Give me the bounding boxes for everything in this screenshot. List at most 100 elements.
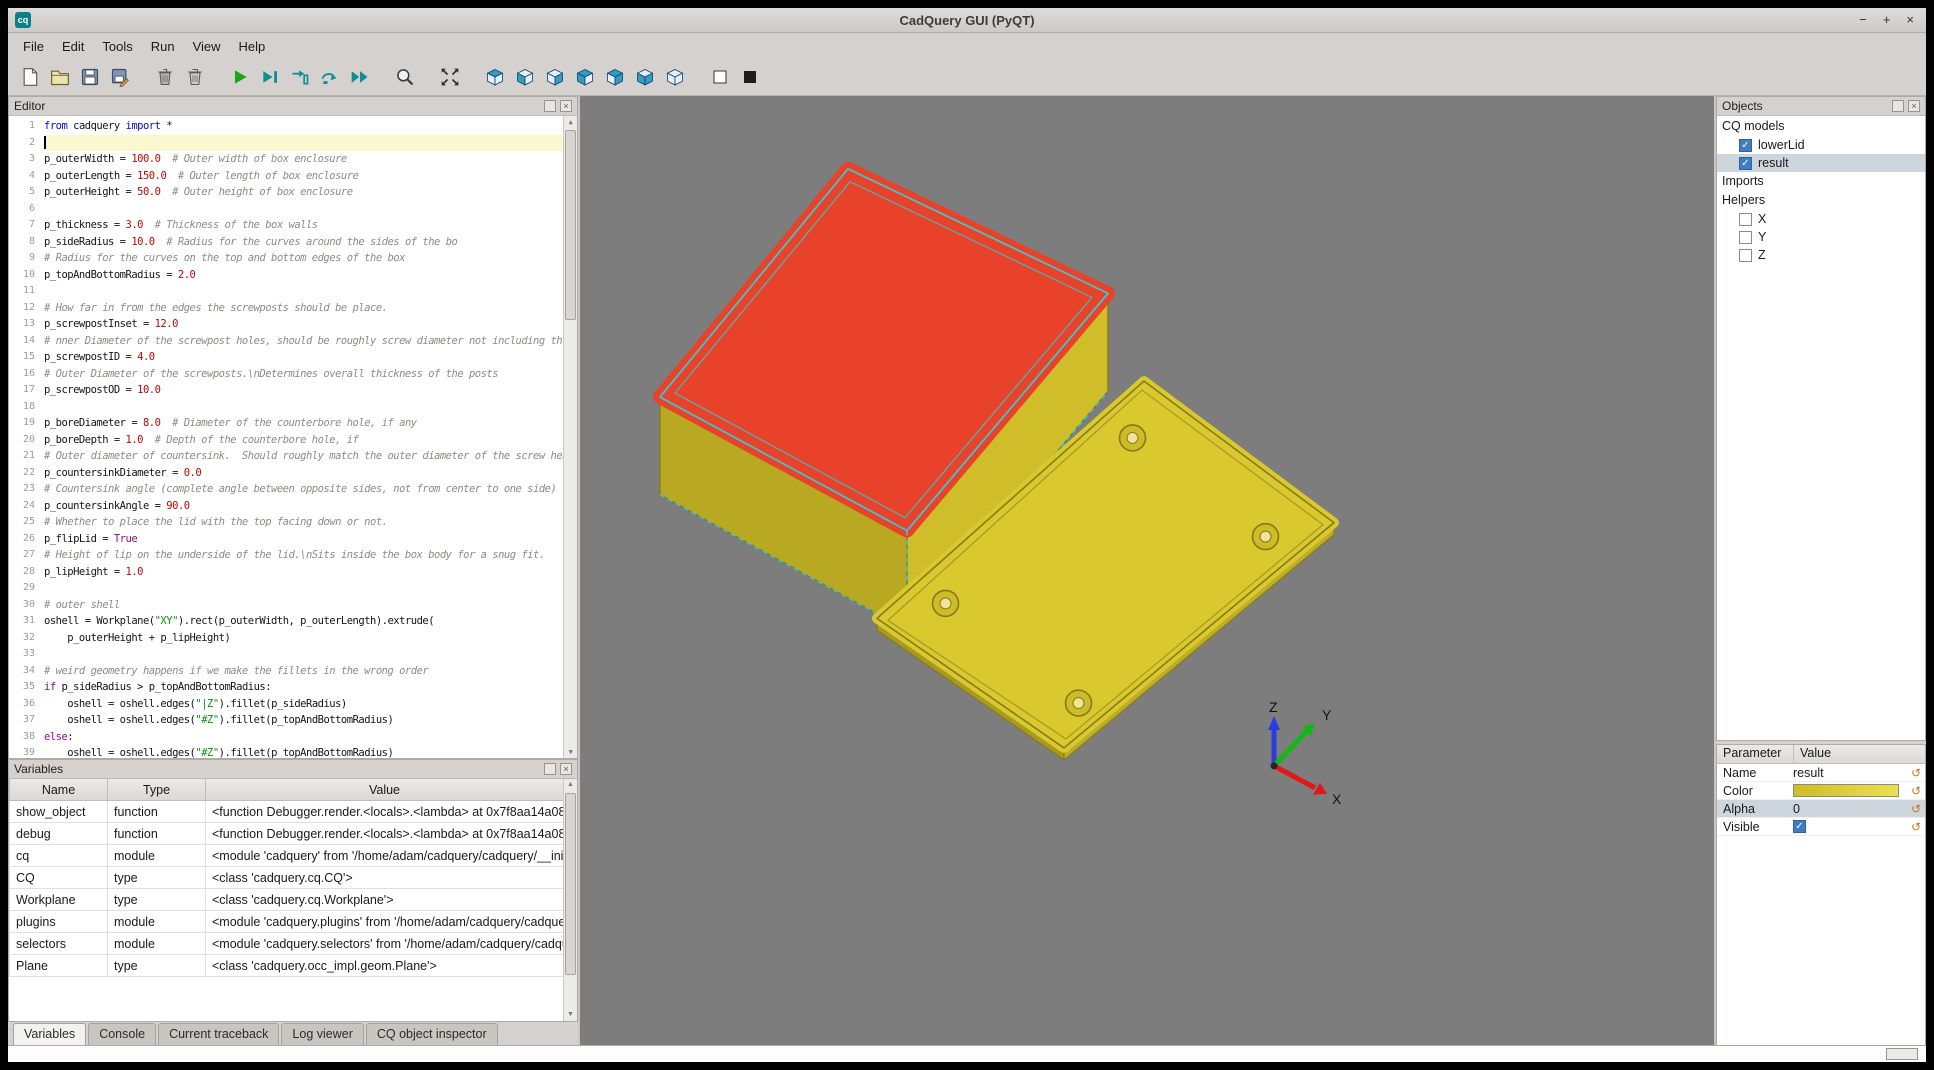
variables-scrollbar[interactable]: ▲ ▼ — [563, 779, 577, 1021]
tab-cq-object-inspector[interactable]: CQ object inspector — [366, 1023, 498, 1045]
stop-button[interactable] — [736, 64, 763, 91]
visible-checkbox[interactable]: ✓ — [1793, 820, 1806, 833]
wireframe-toggle-button[interactable] — [706, 64, 733, 91]
tree-item-z[interactable]: Z — [1717, 246, 1925, 264]
code-line[interactable]: 7p_thickness = 3.0 # Thickness of the bo… — [9, 217, 577, 234]
variables-row[interactable]: CQtype<class 'cadquery.cq.CQ'> — [10, 867, 564, 889]
objects-float-button[interactable] — [1892, 100, 1904, 112]
code-line[interactable]: 22p_countersinkDiameter = 0.0 — [9, 465, 577, 482]
menu-view[interactable]: View — [184, 36, 230, 57]
code-line[interactable]: 30# outer shell — [9, 597, 577, 614]
variables-row[interactable]: pluginsmodule<module 'cadquery.plugins' … — [10, 911, 564, 933]
code-line[interactable]: 27# Height of lip on the underside of th… — [9, 547, 577, 564]
code-line[interactable]: 9# Radius for the curves on the top and … — [9, 250, 577, 267]
editor-close-button[interactable]: × — [560, 100, 572, 112]
titlebar[interactable]: cq CadQuery GUI (PyQT) − + × — [8, 8, 1926, 33]
code-line[interactable]: 16# Outer Diameter of the screwposts.\nD… — [9, 366, 577, 383]
properties-col-parameter[interactable]: Parameter — [1717, 745, 1794, 763]
fit-all-button[interactable] — [436, 64, 463, 91]
scroll-up-icon[interactable]: ▲ — [564, 779, 577, 791]
back-view-button[interactable] — [541, 64, 568, 91]
reset-icon[interactable]: ↺ — [1907, 784, 1925, 798]
left-view-button[interactable] — [571, 64, 598, 91]
code-line[interactable]: 37 oshell = oshell.edges("#Z").fillet(p_… — [9, 712, 577, 729]
variables-scrollbar-thumb[interactable] — [565, 793, 576, 975]
property-value[interactable]: result — [1793, 766, 1907, 780]
code-editor[interactable]: 1from cadquery import *23p_outerWidth = … — [9, 116, 577, 758]
tab-console[interactable]: Console — [88, 1023, 156, 1045]
code-line[interactable]: 26p_flipLid = True — [9, 531, 577, 548]
debug-button[interactable] — [256, 64, 283, 91]
code-line[interactable]: 20p_boreDepth = 1.0 # Depth of the count… — [9, 432, 577, 449]
code-line[interactable]: 5p_outerHeight = 50.0 # Outer height of … — [9, 184, 577, 201]
tab-log-viewer[interactable]: Log viewer — [281, 1023, 363, 1045]
zoom-button[interactable] — [391, 64, 418, 91]
delete-button[interactable] — [181, 64, 208, 91]
tree-group-imports[interactable]: Imports — [1717, 172, 1925, 191]
variables-col-header[interactable]: Type — [108, 779, 206, 801]
right-view-button[interactable] — [601, 64, 628, 91]
step-into-button[interactable] — [286, 64, 313, 91]
code-line[interactable]: 25# Whether to place the lid with the to… — [9, 514, 577, 531]
visibility-checkbox[interactable]: ✓ — [1739, 139, 1752, 152]
code-line[interactable]: 6 — [9, 201, 577, 218]
property-row-visible[interactable]: Visible✓↺ — [1717, 818, 1925, 836]
code-line[interactable]: 13p_screwpostInset = 12.0 — [9, 316, 577, 333]
property-row-color[interactable]: Color↺ — [1717, 782, 1925, 800]
scroll-up-icon[interactable]: ▲ — [564, 116, 577, 128]
variables-col-header[interactable]: Name — [10, 779, 108, 801]
code-line[interactable]: 24p_countersinkAngle = 90.0 — [9, 498, 577, 515]
code-line[interactable]: 3p_outerWidth = 100.0 # Outer width of b… — [9, 151, 577, 168]
variables-row[interactable]: Planetype<class 'cadquery.occ_impl.geom.… — [10, 955, 564, 977]
code-line[interactable]: 4p_outerLength = 150.0 # Outer length of… — [9, 168, 577, 185]
tree-item-lowerlid[interactable]: ✓lowerLid — [1717, 136, 1925, 154]
code-line[interactable]: 19p_boreDiameter = 8.0 # Diameter of the… — [9, 415, 577, 432]
continue-button[interactable] — [346, 64, 373, 91]
variables-float-button[interactable] — [544, 763, 556, 775]
tree-item-x[interactable]: X — [1717, 210, 1925, 228]
size-grip[interactable] — [1886, 1048, 1918, 1060]
tab-current-traceback[interactable]: Current traceback — [158, 1023, 279, 1045]
objects-close-button[interactable]: × — [1908, 100, 1920, 112]
menu-edit[interactable]: Edit — [53, 36, 93, 57]
variables-row[interactable]: debugfunction<function Debugger.render.<… — [10, 823, 564, 845]
code-line[interactable]: 8p_sideRadius = 10.0 # Radius for the cu… — [9, 234, 577, 251]
tab-variables[interactable]: Variables — [13, 1023, 86, 1045]
tree-group-cq-models[interactable]: CQ models — [1717, 117, 1925, 136]
code-line[interactable]: 36 oshell = oshell.edges("|Z").fillet(p_… — [9, 696, 577, 713]
step-over-button[interactable] — [316, 64, 343, 91]
iso-view-button[interactable] — [481, 64, 508, 91]
tree-item-y[interactable]: Y — [1717, 228, 1925, 246]
code-line[interactable]: 31oshell = Workplane("XY").rect(p_outerW… — [9, 613, 577, 630]
properties-col-value[interactable]: Value — [1794, 745, 1837, 763]
scroll-down-icon[interactable]: ▼ — [564, 746, 577, 758]
code-line[interactable]: 35if p_sideRadius > p_topAndBottomRadius… — [9, 679, 577, 696]
color-swatch[interactable] — [1793, 784, 1899, 797]
menu-help[interactable]: Help — [230, 36, 275, 57]
code-line[interactable]: 17p_screwpostOD = 10.0 — [9, 382, 577, 399]
bottom-view-button[interactable] — [661, 64, 688, 91]
code-line[interactable]: 21# Outer diameter of countersink. Shoul… — [9, 448, 577, 465]
close-button[interactable]: × — [1906, 8, 1914, 32]
code-line[interactable]: 33 — [9, 646, 577, 663]
code-line[interactable]: 2 — [9, 135, 577, 152]
code-line[interactable]: 23# Countersink angle (complete angle be… — [9, 481, 577, 498]
code-line[interactable]: 15p_screwpostID = 4.0 — [9, 349, 577, 366]
editor-scrollbar[interactable]: ▲ ▼ — [563, 116, 577, 758]
code-line[interactable]: 10p_topAndBottomRadius = 2.0 — [9, 267, 577, 284]
editor-scrollbar-thumb[interactable] — [565, 130, 576, 320]
variables-col-header[interactable]: Value — [206, 779, 564, 801]
code-line[interactable]: 1from cadquery import * — [9, 118, 577, 135]
front-view-button[interactable] — [511, 64, 538, 91]
code-line[interactable]: 12# How far in from the edges the screwp… — [9, 300, 577, 317]
code-line[interactable]: 32 p_outerHeight + p_lipHeight) — [9, 630, 577, 647]
code-line[interactable]: 34# weird geometry happens if we make th… — [9, 663, 577, 680]
visibility-checkbox[interactable] — [1739, 213, 1752, 226]
maximize-button[interactable]: + — [1883, 8, 1891, 32]
menu-file[interactable]: File — [14, 36, 53, 57]
3d-viewport[interactable]: Z Y X — [580, 96, 1714, 1045]
tree-item-result[interactable]: ✓result — [1717, 154, 1925, 172]
reset-icon[interactable]: ↺ — [1907, 820, 1925, 834]
tree-group-helpers[interactable]: Helpers — [1717, 191, 1925, 210]
variables-row[interactable]: Workplanetype<class 'cadquery.cq.Workpla… — [10, 889, 564, 911]
